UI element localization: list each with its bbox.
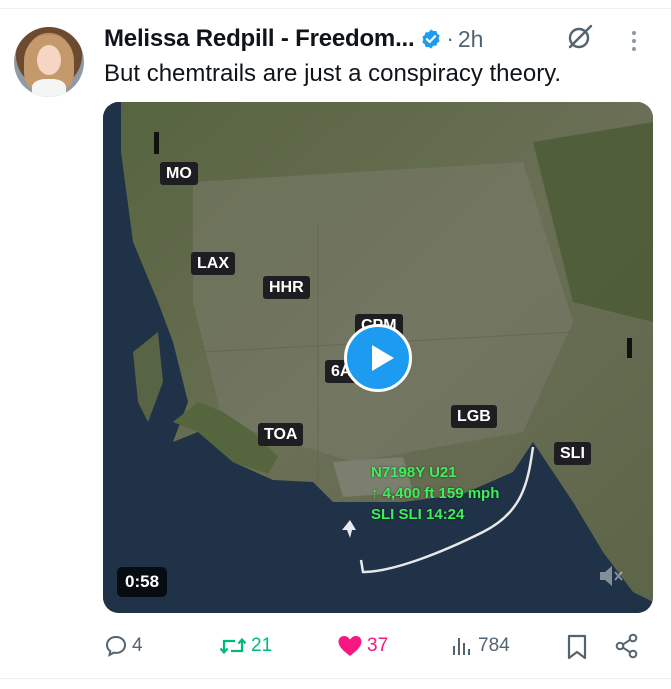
- verified-badge-icon: [422, 29, 441, 49]
- views-count: 784: [478, 635, 510, 656]
- bottom-divider: [0, 678, 671, 679]
- repost-icon: [219, 637, 247, 655]
- reply-count: 4: [132, 635, 143, 656]
- bookmark-icon[interactable]: [566, 634, 588, 660]
- map-label-hhr: HHR: [263, 276, 310, 299]
- avatar-face: [37, 45, 61, 75]
- grok-icon[interactable]: [566, 23, 594, 51]
- top-divider: [0, 0, 671, 9]
- more-options-icon[interactable]: [630, 28, 638, 54]
- repost-count: 21: [251, 635, 273, 656]
- action-bar: 4 21 37 784: [0, 628, 671, 664]
- video-player[interactable]: MO LAX HHR CPM 6A TOA LGB SLI N7198Y U21…: [103, 102, 653, 613]
- heart-icon: [338, 636, 362, 656]
- avatar-shirt: [32, 79, 66, 97]
- like-button[interactable]: 37: [337, 628, 388, 664]
- views-icon: [453, 638, 470, 655]
- like-count: 37: [367, 635, 389, 656]
- map-label-mo: MO: [160, 162, 198, 185]
- flight-info: N7198Y U21 ↑ 4,400 ft 159 mph SLI SLI 14…: [371, 462, 499, 525]
- share-icon[interactable]: [614, 633, 640, 659]
- time-separator: ·: [446, 26, 454, 51]
- tweet[interactable]: Melissa Redpill - Freedom... · 2h But ch…: [0, 0, 671, 689]
- mute-icon[interactable]: [597, 564, 623, 588]
- flight-route-time: SLI SLI 14:24: [371, 506, 465, 523]
- map-marker: [627, 338, 632, 358]
- avatar[interactable]: [14, 27, 84, 97]
- video-duration: 0:58: [117, 567, 168, 597]
- reply-icon: [105, 635, 127, 657]
- map-marker: [154, 132, 159, 154]
- play-button[interactable]: [344, 324, 412, 392]
- map-label-lax: LAX: [191, 252, 235, 275]
- flight-callsign: N7198Y U21: [371, 464, 457, 481]
- post-header: Melissa Redpill - Freedom... · 2h: [104, 22, 483, 56]
- reply-button[interactable]: 4: [104, 628, 143, 664]
- map-label-sli: SLI: [554, 442, 591, 465]
- views-button[interactable]: 784: [450, 628, 510, 664]
- author-name[interactable]: Melissa Redpill - Freedom...: [104, 25, 415, 53]
- map-label-lgb: LGB: [451, 405, 497, 428]
- map-label-toa: TOA: [258, 423, 304, 446]
- post-text: But chemtrails are just a conspiracy the…: [104, 60, 562, 87]
- flight-altitude-speed: ↑ 4,400 ft 159 mph: [371, 485, 500, 502]
- repost-button[interactable]: 21: [219, 628, 272, 664]
- post-time[interactable]: 2h: [458, 26, 484, 53]
